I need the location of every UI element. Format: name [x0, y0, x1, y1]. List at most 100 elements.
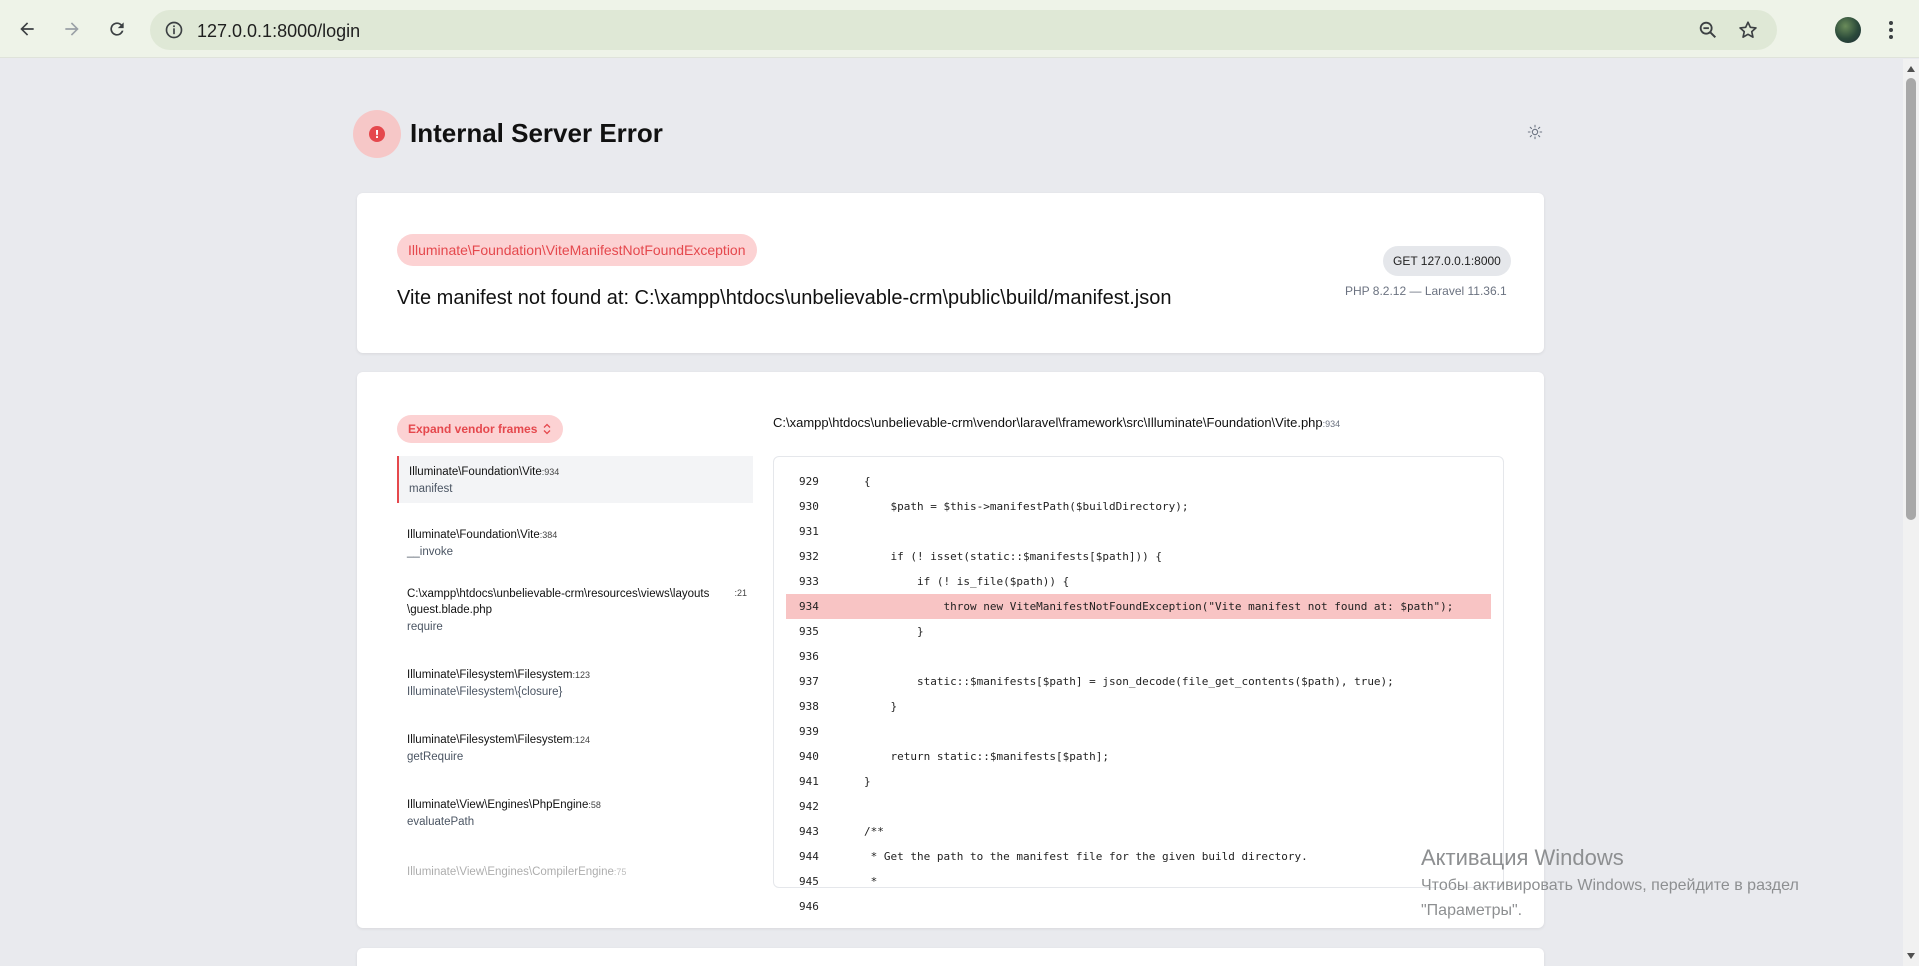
line-number: 936 [799, 650, 819, 663]
exception-message: Vite manifest not found at: C:\xampp\htd… [397, 287, 1172, 309]
frame-line: :58 [588, 800, 601, 810]
scrollbar-thumb[interactable] [1906, 78, 1916, 520]
line-number: 929 [799, 475, 819, 488]
chevron-up-down-icon [543, 423, 551, 435]
windows-activation-watermark: Активация Windows Чтобы активировать Win… [1421, 843, 1799, 923]
reload-button[interactable] [102, 14, 132, 44]
line-number: 946 [799, 900, 819, 913]
line-number: 943 [799, 825, 819, 838]
theme-toggle-sun-icon[interactable] [1527, 124, 1543, 140]
line-source: /** [864, 825, 884, 838]
exception-class-badge[interactable]: Illuminate\Foundation\ViteManifestNotFou… [397, 234, 757, 266]
error-icon-badge: ! [353, 110, 401, 158]
line-source: throw new ViteManifestNotFoundException(… [864, 600, 1454, 613]
arrow-left-icon [20, 22, 34, 36]
line-number: 940 [799, 750, 819, 763]
frame-line: :75 [613, 867, 627, 877]
code-line: 937 static::$manifests[$path] = json_dec… [786, 669, 1491, 694]
frame-function: evaluatePath [407, 816, 475, 828]
line-source: static::$manifests[$path] = json_decode(… [864, 675, 1394, 688]
stack-frame[interactable]: Illuminate\View\Engines\CompilerEngine:7… [397, 844, 753, 889]
watermark-line-2: "Параметры". [1421, 902, 1523, 919]
line-source: * Get the path to the manifest file for … [864, 850, 1308, 863]
stack-frame[interactable]: Illuminate\Foundation\Vite:384 __invoke [397, 503, 753, 568]
browser-toolbar: 127.0.0.1:8000/login [0, 0, 1919, 58]
frame-class: Illuminate\Foundation\Vite [407, 529, 540, 541]
address-bar[interactable]: 127.0.0.1:8000/login [150, 10, 1777, 50]
line-number: 938 [799, 700, 819, 713]
code-line: 946 [786, 894, 1491, 919]
expand-vendor-frames-button[interactable]: Expand vendor frames [397, 415, 564, 443]
profile-avatar[interactable] [1835, 17, 1861, 43]
line-source: } [864, 775, 871, 788]
zoom-out-icon[interactable] [1697, 19, 1719, 41]
code-file-path: C:\xampp\htdocs\unbelievable-crm\vendor\… [773, 415, 1340, 430]
frame-function: getRequire [407, 751, 464, 763]
code-lines: 929 {930 $path = $this->manifestPath($bui… [786, 469, 1491, 919]
code-line: 940 return static::$manifests[$path]; [786, 744, 1491, 769]
version-info: PHP 8.2.12 — Laravel 11.36.1 [1345, 284, 1507, 298]
code-line: 930 $path = $this->manifestPath($buildDi… [786, 494, 1491, 519]
frame-line: :124 [572, 735, 591, 745]
url-text[interactable]: 127.0.0.1:8000/login [197, 21, 360, 42]
frame-function: require [407, 621, 443, 633]
code-line: 929 { [786, 469, 1491, 494]
page-scrollbar[interactable] [1903, 59, 1919, 966]
scroll-up-icon[interactable] [1907, 66, 1915, 72]
code-line: 931 [786, 519, 1491, 544]
line-number: 931 [799, 525, 819, 538]
line-source: if (! isset(static::$manifests[$path])) … [864, 550, 1163, 563]
code-line: 935 } [786, 619, 1491, 644]
frame-function: manifest [409, 483, 453, 495]
code-path-text: C:\xampp\htdocs\unbelievable-crm\vendor\… [773, 415, 1323, 430]
line-source: { [864, 475, 871, 488]
line-source: * [864, 875, 878, 888]
alert-icon: ! [369, 126, 385, 142]
line-number: 934 [799, 600, 819, 613]
stack-frame[interactable]: Illuminate\Filesystem\Filesystem:123 Ill… [397, 649, 753, 714]
arrow-right-icon [65, 22, 79, 36]
scroll-down-icon[interactable] [1907, 953, 1915, 959]
code-line: 933 if (! is_file($path)) { [786, 569, 1491, 594]
line-number: 945 [799, 875, 819, 888]
frame-line: :123 [572, 670, 591, 680]
code-path-line: :934 [1322, 419, 1341, 429]
frame-function: __invoke [407, 546, 454, 558]
frame-function: Illuminate\Filesystem\{closure} [407, 686, 563, 698]
frame-class: Illuminate\Filesystem\Filesystem [407, 669, 573, 681]
forward-button[interactable] [57, 14, 87, 44]
stack-trace-card: Expand vendor frames Illuminate\Foundati… [357, 372, 1544, 928]
frame-class: Illuminate\Foundation\Vite [409, 466, 542, 478]
line-source: if (! is_file($path)) { [864, 575, 1070, 588]
browser-menu-button[interactable] [1885, 16, 1897, 44]
next-card [357, 948, 1544, 966]
expand-vendor-frames-label: Expand vendor frames [408, 422, 538, 436]
line-number: 937 [799, 675, 819, 688]
watermark-line-1: Чтобы активировать Windows, перейдите в … [1421, 877, 1799, 894]
code-line: 945 * [786, 869, 1491, 894]
line-source: return static::$manifests[$path]; [864, 750, 1110, 763]
stack-frame[interactable]: Illuminate\Foundation\Vite:934 manifest [397, 456, 753, 503]
line-number: 935 [799, 625, 819, 638]
line-source: } [864, 700, 898, 713]
info-icon[interactable] [164, 20, 184, 40]
code-line: 939 [786, 719, 1491, 744]
back-button[interactable] [12, 14, 42, 44]
bookmark-star-icon[interactable] [1737, 19, 1759, 41]
exception-summary-card: Illuminate\Foundation\ViteManifestNotFou… [357, 193, 1544, 353]
line-number: 930 [799, 500, 819, 513]
frame-class: Illuminate\View\Engines\PhpEngine [407, 799, 589, 811]
stack-frame[interactable]: C:\xampp\htdocs\unbelievable-crm\resourc… [397, 568, 753, 649]
stack-frame[interactable]: Illuminate\View\Engines\PhpEngine:58 eva… [397, 779, 753, 844]
stack-frame[interactable]: Illuminate\Filesystem\Filesystem:124 get… [397, 714, 753, 779]
code-line: 944 * Get the path to the manifest file … [786, 844, 1491, 869]
code-line: 932 if (! isset(static::$manifests[$path… [786, 544, 1491, 569]
line-number: 944 [799, 850, 819, 863]
line-number: 932 [799, 550, 819, 563]
page-title: Internal Server Error [410, 118, 663, 148]
code-line: 936 [786, 644, 1491, 669]
code-line-highlighted: 934 throw new ViteManifestNotFoundExcept… [786, 594, 1491, 619]
code-line: 942 [786, 794, 1491, 819]
code-line: 938 } [786, 694, 1491, 719]
line-number: 939 [799, 725, 819, 738]
